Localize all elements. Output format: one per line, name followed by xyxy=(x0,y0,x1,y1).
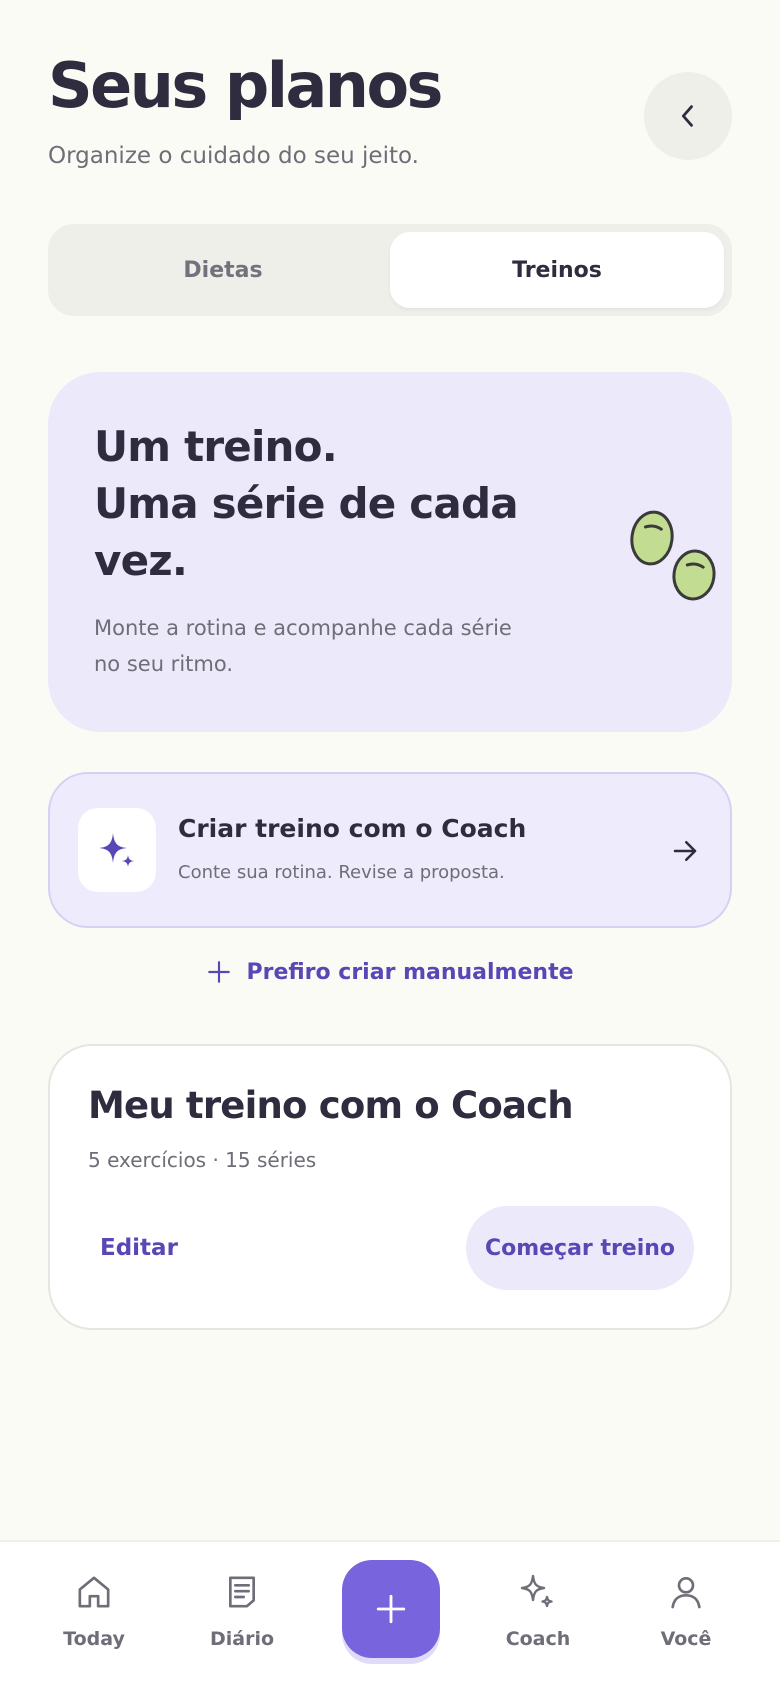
plan-title: Meu treino com o Coach xyxy=(88,1084,574,1127)
hero-heading: Um treino. Uma série de cada vez. xyxy=(94,418,524,589)
chevron-left-icon xyxy=(681,105,693,127)
person-icon xyxy=(671,1577,701,1609)
hero-card: Um treino. Uma série de cada vez. Monte … xyxy=(48,372,732,732)
page-subtitle: Organize o cuidado do seu jeito. xyxy=(48,143,419,169)
tab-treinos[interactable]: Treinos xyxy=(390,232,724,308)
nav-item-voce[interactable]: Você xyxy=(626,1570,746,1666)
coach-card-subtitle: Conte sua rotina. Revise a proposta. xyxy=(178,862,505,883)
coach-icon-box xyxy=(78,808,156,892)
hero-heading-line: vez. xyxy=(94,536,188,585)
plan-type-tabs: Dietas Treinos xyxy=(48,224,732,316)
plan-card: Meu treino com o Coach 5 exercícios · 15… xyxy=(48,1044,732,1330)
bean-illustration xyxy=(630,510,716,601)
hero-text: Monte a rotina e acompanhe cada série no… xyxy=(94,616,512,676)
start-workout-button[interactable]: Começar treino xyxy=(466,1206,694,1290)
journal-icon xyxy=(229,1576,255,1608)
nav-label: Você xyxy=(660,1628,712,1650)
bean-left xyxy=(630,510,674,566)
sparkles-icon xyxy=(99,833,134,867)
create-manually-label: Prefiro criar manualmente xyxy=(246,959,574,985)
bottom-nav: Today Diário Coach Você xyxy=(0,1540,780,1688)
hero-heading-line: Um treino. xyxy=(94,422,338,471)
nav-item-diario[interactable]: Diário xyxy=(182,1570,302,1666)
tab-dietas[interactable]: Dietas xyxy=(56,232,390,308)
plan-meta: 5 exercícios · 15 séries xyxy=(88,1148,317,1172)
hero-heading-line: Uma série de cada xyxy=(94,479,519,528)
arrow-right-icon xyxy=(673,841,697,861)
page-title: Seus planos xyxy=(48,49,443,122)
nav-label: Diário xyxy=(209,1628,275,1650)
back-button[interactable] xyxy=(644,72,732,160)
bean-right xyxy=(672,549,716,601)
nav-item-coach[interactable]: Coach xyxy=(478,1570,598,1666)
edit-button[interactable]: Editar xyxy=(80,1206,198,1290)
add-button[interactable] xyxy=(342,1560,440,1658)
nav-item-today[interactable]: Today xyxy=(34,1570,154,1666)
home-icon xyxy=(78,1576,110,1608)
plus-icon xyxy=(376,1594,406,1624)
coach-card-title: Criar treino com o Coach xyxy=(178,814,527,843)
nav-label: Today xyxy=(63,1628,125,1650)
create-manually-link[interactable]: Prefiro criar manualmente xyxy=(0,954,780,990)
plus-icon xyxy=(208,961,231,983)
sparkles-icon xyxy=(520,1574,553,1608)
nav-label: Coach xyxy=(505,1628,571,1650)
create-with-coach-card[interactable]: Criar treino com o Coach Conte sua rotin… xyxy=(48,772,732,928)
